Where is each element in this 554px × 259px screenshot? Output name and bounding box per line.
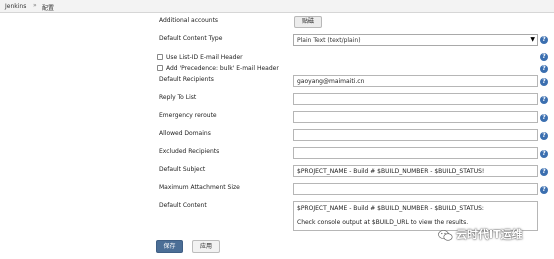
content-type-select[interactable]: Plain Text (text/plain) ▼	[293, 34, 538, 46]
reply-to-input[interactable]	[293, 93, 538, 105]
breadcrumb-config[interactable]: 配置	[42, 3, 54, 12]
breadcrumb-separator: »	[33, 2, 37, 9]
help-icon[interactable]: ?	[540, 78, 548, 86]
help-icon[interactable]: ?	[540, 53, 548, 61]
list-id-header-label: Use List-ID E-mail Header	[166, 54, 243, 61]
subject-input[interactable]: $PROJECT_NAME - Build # $BUILD_NUMBER - …	[293, 165, 538, 177]
additional-accounts-label: Additional accounts	[159, 17, 219, 24]
max-attachment-input[interactable]	[293, 183, 538, 195]
list-id-header-checkbox[interactable]	[157, 54, 163, 60]
help-icon[interactable]: ?	[540, 168, 548, 176]
excluded-recipients-input[interactable]	[293, 147, 538, 159]
recipients-label: Default Recipients	[159, 76, 214, 83]
content-type-value: Plain Text (text/plain)	[297, 37, 361, 44]
apply-button[interactable]: 应用	[192, 240, 220, 253]
watermark-text: 云时代IT运维	[456, 228, 523, 241]
breadcrumb-bar: Jenkins » 配置	[0, 0, 554, 13]
content-line: $PROJECT_NAME - Build # $BUILD_NUMBER - …	[297, 205, 484, 212]
help-icon[interactable]: ?	[540, 96, 548, 104]
breadcrumb-jenkins-link[interactable]: Jenkins	[5, 3, 26, 10]
help-icon[interactable]: ?	[540, 186, 548, 194]
allowed-domains-input[interactable]	[293, 129, 538, 141]
save-button[interactable]: 保存	[156, 240, 183, 253]
help-icon[interactable]: ?	[540, 36, 548, 44]
add-account-button[interactable]: 贴磁	[294, 16, 322, 28]
precedence-header-checkbox[interactable]	[157, 65, 163, 71]
recipients-input[interactable]: gaoyang@maimaiti.cn	[293, 75, 538, 87]
allowed-domains-label: Allowed Domains	[159, 130, 211, 137]
help-icon[interactable]: ?	[540, 65, 548, 73]
help-icon[interactable]: ?	[540, 132, 548, 140]
content-line: Check console output at $BUILD_URL to vi…	[297, 219, 469, 226]
emergency-reroute-label: Emergency reroute	[159, 112, 217, 119]
precedence-header-label: Add 'Precedence: bulk' E-mail Header	[166, 65, 279, 72]
excluded-recipients-label: Excluded Recipients	[159, 148, 220, 155]
help-icon[interactable]: ?	[540, 114, 548, 122]
dropdown-arrow-icon: ▼	[530, 36, 535, 43]
content-line	[297, 212, 534, 219]
content-type-label: Default Content Type	[159, 35, 223, 42]
subject-label: Default Subject	[159, 166, 206, 173]
help-icon[interactable]: ?	[540, 150, 548, 158]
reply-to-label: Reply To List	[159, 94, 197, 101]
watermark: 云时代IT运维	[438, 226, 523, 241]
max-attachment-label: Maximum Attachment Size	[159, 184, 240, 191]
emergency-reroute-input[interactable]	[293, 111, 538, 123]
content-label: Default Content	[159, 202, 207, 209]
wechat-icon	[438, 229, 453, 241]
